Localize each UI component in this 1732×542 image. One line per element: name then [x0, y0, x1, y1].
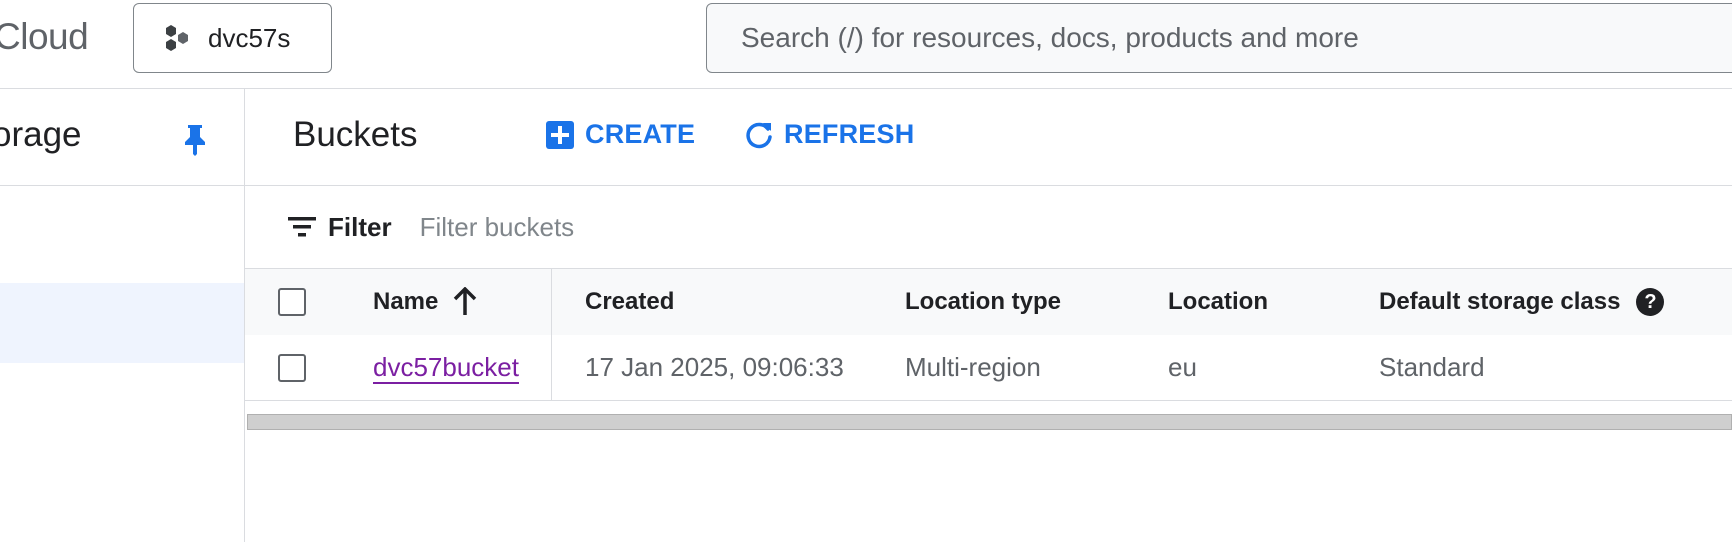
- storage-class-cell: Standard: [1379, 352, 1485, 382]
- refresh-label: REFRESH: [784, 119, 915, 149]
- sidebar: orage: [0, 89, 245, 542]
- column-header-name[interactable]: Name: [373, 269, 478, 335]
- search-bar[interactable]: [706, 3, 1732, 73]
- refresh-button[interactable]: REFRESH: [744, 119, 914, 150]
- filter-input[interactable]: [417, 210, 1022, 244]
- row-checkbox[interactable]: [278, 353, 306, 382]
- search-input[interactable]: [739, 21, 1643, 55]
- column-header-location-type[interactable]: Location type: [905, 269, 1061, 335]
- sidebar-title: orage: [0, 115, 82, 154]
- location-type-cell: Multi-region: [905, 352, 1041, 382]
- sidebar-header: orage: [0, 89, 244, 186]
- horizontal-scrollbar[interactable]: [247, 414, 1732, 430]
- column-header-location[interactable]: Location: [1168, 269, 1268, 335]
- column-storage-class-label: Default storage class: [1379, 288, 1621, 315]
- main-content: Buckets CREATE REFRESH Filter Filter buc…: [245, 89, 1732, 542]
- created-cell: 17 Jan 2025, 09:06:33: [585, 352, 844, 382]
- project-name: dvc57s: [208, 22, 291, 53]
- table-header: Name Created Location type Location Defa…: [245, 268, 1732, 336]
- create-label: CREATE: [585, 119, 696, 149]
- column-divider: [551, 268, 552, 400]
- table-row: dvc57bucket 17 Jan 2025, 09:06:33 Multi-…: [245, 335, 1732, 401]
- column-header-storage-class[interactable]: Default storage class ?: [1379, 269, 1665, 335]
- bucket-name-link[interactable]: dvc57bucket: [373, 335, 519, 400]
- arrow-up-icon[interactable]: [452, 287, 478, 317]
- filter-list-icon[interactable]: [287, 215, 317, 239]
- project-picker-button[interactable]: dvc57s: [133, 3, 332, 73]
- page-title: Buckets: [293, 115, 418, 154]
- page-toolbar: Buckets CREATE REFRESH: [245, 89, 1732, 186]
- column-header-created[interactable]: Created: [585, 269, 674, 335]
- refresh-icon: [746, 122, 772, 148]
- filter-label[interactable]: Filter: [328, 212, 392, 243]
- help-icon[interactable]: ?: [1636, 288, 1665, 316]
- select-all-checkbox[interactable]: [278, 288, 306, 316]
- sidebar-item-buckets[interactable]: [0, 283, 244, 363]
- filter-bar: Filter: [245, 186, 1732, 268]
- create-button[interactable]: CREATE: [545, 119, 695, 150]
- add-box-icon: [546, 120, 574, 149]
- column-name-label: Name: [373, 288, 439, 315]
- project-hexagons-icon: [166, 25, 188, 51]
- location-cell: eu: [1168, 352, 1197, 382]
- top-bar: Cloud dvc57s: [0, 0, 1732, 89]
- select-all-cell: [278, 269, 306, 335]
- brand-name[interactable]: Cloud: [0, 16, 89, 58]
- pin-icon[interactable]: [180, 122, 210, 156]
- row-select-cell: [278, 335, 306, 400]
